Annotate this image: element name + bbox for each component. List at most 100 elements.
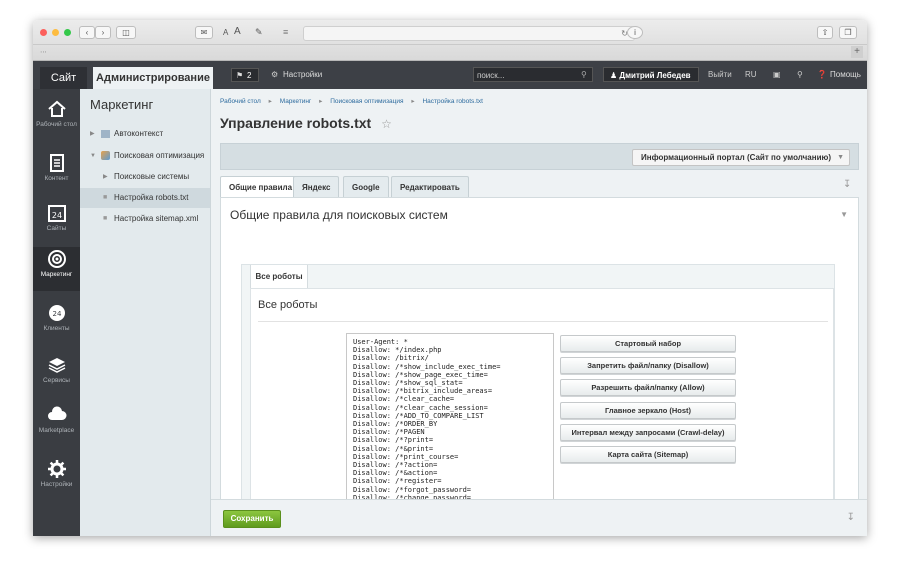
rail-item-marketing[interactable]: Маркетинг [33, 247, 80, 291]
tab-google[interactable]: Google [343, 176, 389, 198]
flag-icon: ⚑ [236, 71, 244, 80]
admin-tab[interactable]: Администрирование [93, 67, 213, 89]
forward-icon[interactable]: › [95, 26, 111, 39]
menu-item-label: Поисковая оптимизация [114, 151, 205, 160]
zoom-window-dot[interactable] [64, 29, 71, 36]
bookmarks-bar: ⋯ + [33, 44, 867, 61]
breadcrumb-item[interactable]: Маркетинг [280, 98, 312, 105]
text-smaller-button[interactable]: A [223, 26, 228, 39]
tab-all-robots[interactable]: Все роботы [250, 265, 308, 289]
new-tab-icon[interactable]: + [851, 46, 863, 58]
menu-item-autocontext[interactable]: ▶ Автоконтекст [80, 124, 210, 144]
page-title-text: Управление robots.txt [220, 115, 372, 131]
robots-section: Все роботы Все роботы User-Agent: * Disa… [241, 264, 835, 502]
save-button[interactable]: Сохранить [223, 510, 281, 528]
rail-item-label: Сервисы [43, 377, 70, 384]
menu-item-robots[interactable]: ■ Настройка robots.txt [80, 188, 210, 208]
menu-item-search-engines[interactable]: ▶ Поисковые системы [80, 167, 210, 187]
left-rail: Рабочий стол Контент 24 Сайты Маркетинг … [33, 89, 80, 536]
page-title: Управление robots.txt ☆ [220, 115, 392, 131]
minimize-window-dot[interactable] [52, 29, 59, 36]
panel-title: Общие правила для поисковых систем [230, 208, 448, 222]
close-window-dot[interactable] [40, 29, 47, 36]
star-icon[interactable]: ☆ [381, 117, 392, 131]
host-button[interactable]: Главное зеркало (Host) [560, 402, 736, 419]
chart-icon [101, 130, 110, 138]
rail-item-label: Настройки [40, 481, 73, 488]
pin-icon[interactable]: ↧ [843, 179, 851, 190]
mail-icon[interactable]: ✉ [195, 26, 213, 39]
admin-topbar: Сайт Администрирование ⚑ 2 ⚙ Настройки п… [33, 61, 867, 89]
tab-yandex[interactable]: Яндекс [293, 176, 340, 198]
context-bar: Информационный портал (Сайт по умолчанию… [220, 143, 859, 170]
user-icon: ♟ [610, 71, 618, 80]
robots-textarea[interactable]: User-Agent: * Disallow: */index.php Disa… [346, 333, 554, 502]
section-title: Все роботы [258, 299, 318, 311]
rail-item-sites[interactable]: 24 Сайты [33, 201, 80, 245]
svg-text:24: 24 [52, 310, 61, 318]
rail-item-label: Рабочий стол [36, 121, 77, 128]
cloud-icon [47, 406, 66, 420]
collapse-icon[interactable]: ▼ [840, 210, 848, 219]
language-selector[interactable]: RU [745, 61, 757, 89]
text-larger-button[interactable]: A [234, 25, 241, 38]
expand-arrow-icon[interactable]: ▶ [103, 167, 108, 187]
annotate-icon[interactable]: ✎ [255, 26, 263, 39]
breadcrumb-separator: ▸ [411, 98, 415, 105]
menu-item-label: Настройка sitemap.xml [114, 214, 199, 223]
info-icon[interactable]: i [627, 26, 643, 39]
allow-button[interactable]: Разрешить файл/папку (Allow) [560, 379, 736, 396]
help-link[interactable]: Помощь [830, 61, 861, 89]
pin-icon[interactable]: ↧ [847, 512, 855, 523]
menu-item-sitemap[interactable]: ■ Настройка sitemap.xml [80, 209, 210, 229]
address-bar[interactable]: ↻ [303, 26, 635, 41]
share-icon[interactable]: ⇧ [817, 26, 833, 39]
breadcrumb-item[interactable]: Поисковая оптимизация [330, 98, 403, 105]
browser-toolbar: ‹ › ◫ ✉ A A ✎ ≡ ↻ i ⇧ ❐ ⋯ + [33, 20, 867, 61]
logout-link[interactable]: Выйти [708, 61, 732, 89]
crawl-delay-button[interactable]: Интервал между запросами (Crawl-delay) [560, 424, 736, 441]
starter-set-button[interactable]: Стартовый набор [560, 335, 736, 352]
site-tab[interactable]: Сайт [40, 67, 87, 89]
rail-item-content[interactable]: Контент [33, 151, 80, 195]
screen-icon[interactable]: ▣ [773, 61, 781, 89]
site-selector-value: Информационный портал (Сайт по умолчанию… [641, 153, 831, 162]
general-rules-panel: Общие правила для поисковых систем ▼ Все… [220, 197, 859, 502]
sidebar-toggle-icon[interactable]: ◫ [116, 26, 136, 39]
rail-item-label: Клиенты [43, 325, 70, 332]
notifications-count: 2 [247, 71, 252, 80]
site-selector[interactable]: Информационный портал (Сайт по умолчанию… [632, 149, 850, 166]
disallow-button[interactable]: Запретить файл/папку (Disallow) [560, 357, 736, 374]
tab-general-rules[interactable]: Общие правила [220, 176, 302, 198]
menu-item-seo[interactable]: ▼ Поисковая оптимизация [80, 146, 210, 166]
collapse-arrow-icon[interactable]: ▼ [90, 146, 96, 166]
sitemap-button[interactable]: Карта сайта (Sitemap) [560, 446, 736, 463]
rail-item-clients[interactable]: 24 Клиенты [33, 301, 80, 345]
breadcrumb-item[interactable]: Рабочий стол [220, 98, 261, 105]
notifications-button[interactable]: ⚑ 2 [231, 68, 259, 82]
tab-edit[interactable]: Редактировать [391, 176, 469, 198]
rail-item-settings[interactable]: Настройки [33, 457, 80, 501]
rail-item-services[interactable]: Сервисы [33, 353, 80, 397]
document-icon [49, 154, 64, 172]
svg-text:24: 24 [51, 211, 61, 220]
rail-item-desktop[interactable]: Рабочий стол [33, 97, 80, 141]
back-icon[interactable]: ‹ [79, 26, 95, 39]
user-button[interactable]: ♟ Дмитрий Лебедев [603, 67, 699, 82]
grid-icon[interactable]: ⋯ [40, 48, 47, 56]
rail-item-marketplace[interactable]: Marketplace [33, 403, 80, 447]
expand-arrow-icon[interactable]: ▶ [90, 124, 95, 144]
breadcrumb-separator: ▸ [319, 98, 323, 105]
bullet-icon: ■ [103, 194, 108, 201]
reader-icon[interactable]: ≡ [283, 26, 288, 39]
home-icon [47, 100, 66, 117]
clients-icon: 24 [48, 305, 65, 321]
settings-link[interactable]: Настройки [283, 61, 322, 89]
breadcrumb-item[interactable]: Настройка robots.txt [422, 98, 483, 105]
help-icon[interactable]: ❓ [817, 61, 827, 89]
search-input[interactable]: поиск... [473, 67, 593, 82]
tabs-icon[interactable]: ❐ [839, 26, 857, 39]
menu-title: Маркетинг [90, 97, 154, 112]
search-icon[interactable]: ⚲ [581, 61, 587, 89]
pin-icon[interactable]: ⚲ [797, 61, 803, 89]
